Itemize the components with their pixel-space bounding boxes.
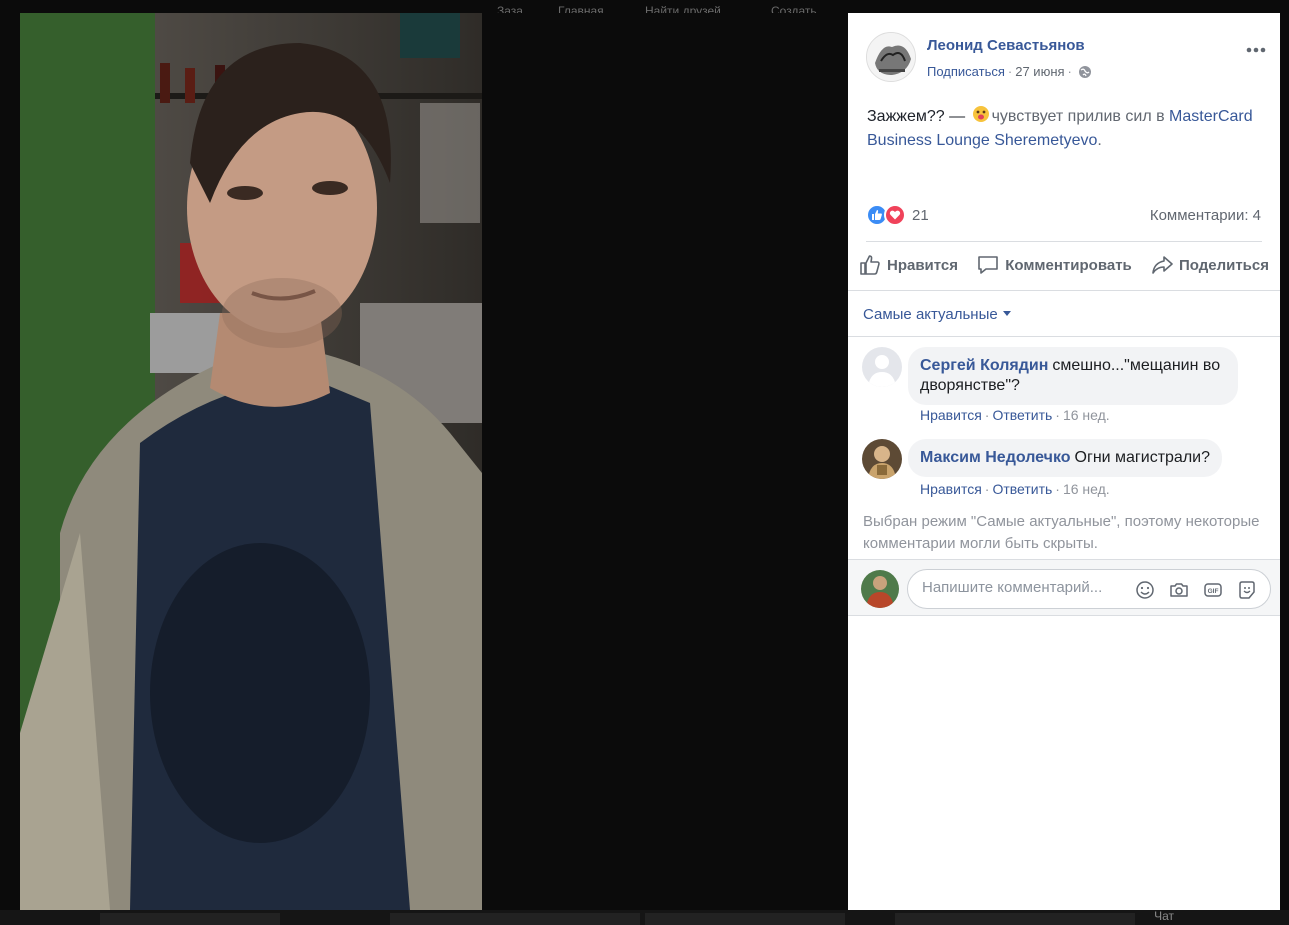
- separator-dot: ·: [1007, 64, 1013, 79]
- svg-text:GIF: GIF: [1208, 588, 1219, 595]
- thumbs-up-icon: [860, 255, 880, 275]
- like-button-label: Нравится: [887, 256, 959, 274]
- post-text: Зажжем?? — чувствует прилив сил в Master…: [867, 105, 1267, 152]
- comment-actions: Нравится · Ответить · 16 нед.: [920, 481, 1110, 497]
- comment-sort-dropdown[interactable]: Самые актуальные: [863, 306, 1011, 323]
- post-photo[interactable]: [20, 13, 482, 910]
- emoji-icon[interactable]: [1134, 579, 1156, 601]
- comment-sort-bar: Самые актуальные: [848, 290, 1280, 337]
- divider: [866, 241, 1262, 242]
- background-page-bottom: [0, 910, 1289, 925]
- separator-dot: ·: [1067, 64, 1072, 79]
- like-button[interactable]: Нравится: [859, 253, 958, 277]
- comment-item: Максим Недолечко Огни магистрали? Нравитс…: [862, 439, 1272, 501]
- gif-icon[interactable]: GIF: [1202, 579, 1224, 601]
- camera-icon[interactable]: [1168, 579, 1190, 601]
- comment-text: Огни магистрали?: [1074, 449, 1210, 466]
- separator-dot: ·: [1055, 407, 1060, 423]
- feeling-emoji-icon: [972, 105, 990, 130]
- post-date[interactable]: 27 июня: [1015, 64, 1064, 79]
- comment-sort-label: Самые актуальные: [863, 306, 998, 323]
- post-text-end: .: [1097, 132, 1102, 149]
- post-header: Леонид Севастьянов Подписаться · 27 июня ·: [866, 32, 1266, 84]
- share-button[interactable]: Поделиться: [1151, 253, 1269, 277]
- comment-bubble: Сергей Колядин смешно..."мещанин во дворя…: [908, 347, 1238, 405]
- post-text-start: Зажжем?? —: [867, 108, 970, 125]
- more-options-icon[interactable]: [1246, 40, 1266, 58]
- separator-dot: ·: [984, 407, 990, 423]
- caret-down-icon: [1002, 311, 1011, 316]
- background-chat-label: Чат: [1154, 909, 1174, 923]
- share-icon: [1152, 256, 1173, 274]
- current-user-avatar[interactable]: [861, 570, 899, 608]
- background-block: [100, 913, 280, 925]
- background-block: [390, 913, 640, 925]
- comment-like-link[interactable]: Нравится: [920, 407, 982, 423]
- reactions-summary[interactable]: 21: [866, 204, 929, 226]
- comment-button-label: Комментировать: [1005, 256, 1132, 274]
- reactions-count: 21: [912, 206, 929, 224]
- background-navbar: Заза Главная Найти друзей Создать: [483, 0, 1289, 13]
- feeling-text: чувствует прилив сил в: [991, 108, 1165, 125]
- background-nav-item: Создать: [771, 4, 817, 13]
- comment-like-link[interactable]: Нравится: [920, 481, 982, 497]
- sticker-icon[interactable]: [1236, 579, 1258, 601]
- author-avatar[interactable]: [866, 32, 916, 82]
- filter-note: Выбран режим "Самые актуальные", поэтому…: [863, 513, 1260, 552]
- comment-composer: GIF: [848, 559, 1280, 616]
- share-button-label: Поделиться: [1178, 256, 1269, 274]
- comment-icon: [978, 256, 999, 274]
- commenter-name-link[interactable]: Сергей Колядин: [920, 357, 1048, 374]
- background-nav-item: Заза: [497, 4, 523, 13]
- comment-button[interactable]: Комментировать: [977, 253, 1132, 277]
- background-nav-item: Найти друзей: [645, 4, 721, 13]
- comment-bubble: Максим Недолечко Огни магистрали?: [908, 439, 1222, 477]
- separator-dot: ·: [1055, 481, 1060, 497]
- subscribe-link[interactable]: Подписаться: [927, 64, 1005, 79]
- comment-input[interactable]: [922, 579, 1122, 596]
- background-block: [895, 913, 1135, 925]
- post-actions: Нравится Комментировать Поделиться: [859, 253, 1269, 277]
- commenter-avatar[interactable]: [862, 439, 902, 479]
- separator-dot: ·: [984, 481, 990, 497]
- post-side-panel: Леонид Севастьянов Подписаться · 27 июня · …: [848, 13, 1280, 910]
- comments-count-link[interactable]: Комментарии: 4: [1150, 207, 1261, 224]
- love-reaction-icon: [884, 204, 906, 226]
- background-block: [645, 913, 845, 925]
- post-meta: Подписаться · 27 июня ·: [927, 64, 1092, 82]
- background-nav-item: Главная: [558, 4, 604, 13]
- comment-input-box[interactable]: GIF: [907, 569, 1271, 609]
- comment-actions: Нравится · Ответить · 16 нед.: [920, 407, 1110, 423]
- commenter-avatar[interactable]: [862, 347, 902, 387]
- globe-icon: [1078, 65, 1092, 82]
- author-name-link[interactable]: Леонид Севастьянов: [927, 37, 1085, 54]
- comment-reply-link[interactable]: Ответить: [992, 407, 1052, 423]
- comment-item: Сергей Колядин смешно..."мещанин во дворя…: [862, 347, 1272, 427]
- comment-reply-link[interactable]: Ответить: [992, 481, 1052, 497]
- composer-tools: GIF: [1134, 579, 1258, 601]
- commenter-name-link[interactable]: Максим Недолечко: [920, 449, 1071, 466]
- comment-time[interactable]: 16 нед.: [1063, 407, 1110, 423]
- comment-time[interactable]: 16 нед.: [1063, 481, 1110, 497]
